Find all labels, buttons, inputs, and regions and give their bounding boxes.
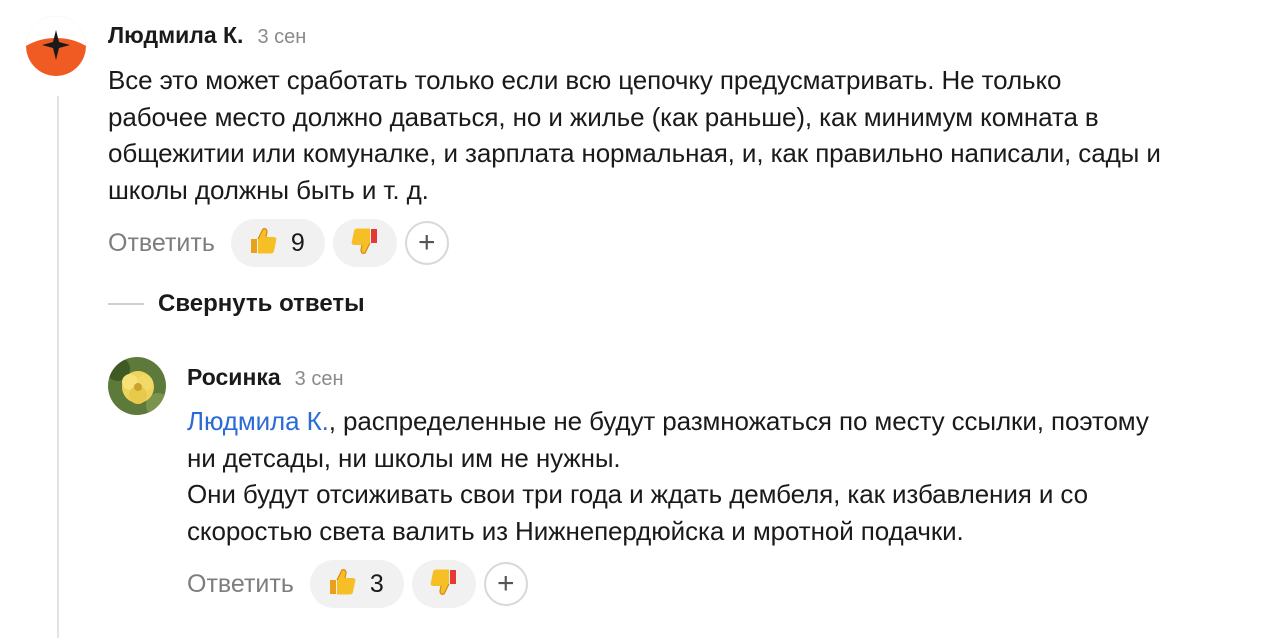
dislike-button[interactable]	[332, 219, 397, 267]
comment-actions: Ответить 3 +	[187, 560, 528, 608]
comment-line: рабочее место должно даваться, но и жиль…	[108, 101, 1099, 132]
comment-date: 3 сен	[294, 368, 344, 390]
add-reaction-button[interactable]: +	[404, 221, 449, 265]
comment-date: 3 сен	[257, 26, 307, 48]
plus-icon: +	[497, 567, 515, 600]
avatar[interactable]	[26, 16, 86, 76]
like-button[interactable]: 9	[230, 219, 325, 267]
add-reaction-button[interactable]: +	[483, 562, 528, 606]
thumbs-up-icon	[247, 225, 279, 262]
comment-line: ни детсады, ни школы им не нужны.	[187, 442, 621, 473]
comment-actions: Ответить 9 +	[108, 219, 449, 267]
comment-body: Все это может сработать только если всю …	[108, 62, 1161, 208]
thumbs-up-icon	[326, 566, 358, 603]
comment-line: общежитии или комуналке, и зарплата норм…	[108, 138, 1161, 168]
mention-link[interactable]: Людмила К.	[187, 406, 329, 436]
collapse-replies-label: Свернуть ответы	[158, 290, 365, 317]
author-name[interactable]: Людмила К.	[108, 22, 243, 48]
reply-button[interactable]: Ответить	[187, 570, 294, 599]
reply-button[interactable]: Ответить	[108, 229, 215, 258]
comment-line: школы должны быть и т. д.	[108, 174, 429, 205]
comment-author[interactable]: Росинка 3 сен	[187, 364, 344, 391]
avatar-star-icon	[26, 16, 86, 76]
dislike-button[interactable]	[411, 560, 476, 608]
comment-line-rest: , распределенные не будут размножаться п…	[328, 406, 1149, 436]
thumbs-down-icon	[349, 225, 381, 262]
plus-icon: +	[418, 226, 436, 259]
comment-line: Все это может сработать только если всю …	[108, 65, 1062, 95]
comment-line: Они будут отсиживать свои три года и жда…	[187, 479, 1088, 509]
comment-body: Людмила К., распределенные не будут разм…	[187, 403, 1149, 549]
author-name[interactable]: Росинка	[187, 364, 281, 390]
thumbs-down-icon	[428, 566, 460, 603]
comments-thread: Людмила К. 3 сен Все это может сработать …	[0, 0, 1280, 638]
avatar-flower-icon	[108, 357, 166, 415]
comment-author[interactable]: Людмила К. 3 сен	[108, 22, 306, 49]
like-count: 9	[290, 228, 305, 257]
comment-line: скоростью света валить из Нижнепердюйска…	[187, 515, 964, 546]
avatar[interactable]	[108, 357, 166, 415]
comment-line: Людмила К., распределенные не будут разм…	[187, 403, 1149, 440]
collapse-replies-button[interactable]: Свернуть ответы	[108, 290, 365, 318]
like-button[interactable]: 3	[309, 560, 404, 608]
collapse-dash	[108, 303, 144, 305]
like-count: 3	[369, 569, 384, 598]
thread-line	[57, 96, 59, 638]
